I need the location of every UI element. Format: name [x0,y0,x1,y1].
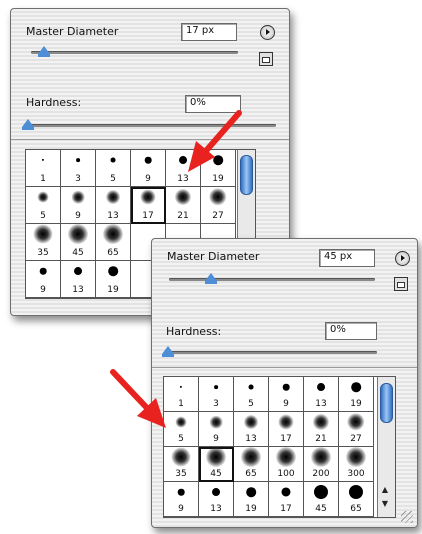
brush-size-label: 17 [142,211,154,221]
red-arrow-icon [188,110,242,172]
brush-tip-icon [206,447,226,467]
brush-preset-cell[interactable]: 45 [199,447,234,482]
brush-size-label: 45 [210,469,222,479]
red-arrow-icon [110,369,166,428]
brush-preset-cell[interactable]: 17 [131,187,166,224]
brush-tip-icon [140,189,156,205]
